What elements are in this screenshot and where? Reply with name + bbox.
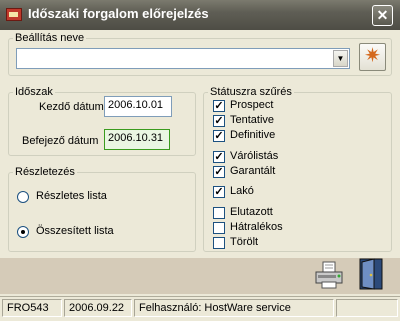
start-date-label: Kezdő dátum: [39, 101, 104, 113]
printer-icon[interactable]: [313, 258, 345, 290]
status-label-lako[interactable]: Lakó: [230, 185, 254, 197]
status-checkbox-garantalt[interactable]: ✓: [213, 166, 225, 178]
end-date-label: Befejező dátum: [22, 135, 99, 147]
status-label-prospect[interactable]: Prospect: [230, 99, 273, 111]
status-checkbox-varolistas[interactable]: ✓: [213, 151, 225, 163]
detailed-list-label[interactable]: Részletes lista: [36, 190, 107, 202]
dialog-window: Időszaki forgalom előrejelzés ✕ Beállítá…: [0, 0, 400, 321]
status-label-tentative[interactable]: Tentative: [230, 114, 274, 126]
app-icon: [6, 8, 22, 21]
status-checkbox-torolt[interactable]: [213, 237, 225, 249]
status-empty-panel: [336, 299, 398, 317]
status-checkbox-hatralekos[interactable]: [213, 222, 225, 234]
status-checkbox-elutazott[interactable]: [213, 207, 225, 219]
settings-legend: Beállítás neve: [15, 32, 85, 44]
status-checkbox-lako[interactable]: ✓: [213, 186, 225, 198]
status-date: 2006.09.22: [64, 299, 132, 317]
status-label-elutazott[interactable]: Elutazott: [230, 206, 273, 218]
detail-legend: Részletezés: [15, 166, 75, 178]
exit-door-icon[interactable]: [356, 257, 386, 291]
start-date-input[interactable]: 2006.10.01: [104, 96, 172, 117]
status-label-torolt[interactable]: Törölt: [230, 236, 258, 248]
new-setting-button[interactable]: ✷: [359, 43, 386, 71]
close-button[interactable]: ✕: [372, 5, 393, 26]
detailed-list-radio[interactable]: [17, 191, 29, 203]
detail-group: Részletezés: [8, 166, 196, 252]
period-legend: Időszak: [15, 86, 53, 98]
end-date-input[interactable]: 2006.10.31: [104, 129, 170, 150]
status-label-garantalt[interactable]: Garantált: [230, 165, 275, 177]
status-checkbox-prospect[interactable]: ✓: [213, 100, 225, 112]
chevron-down-icon[interactable]: ▼: [333, 50, 348, 67]
status-checkbox-definitive[interactable]: ✓: [213, 130, 225, 142]
status-label-definitive[interactable]: Definitive: [230, 129, 275, 141]
status-checkbox-tentative[interactable]: ✓: [213, 115, 225, 127]
status-filter-legend: Státuszra szűrés: [210, 86, 292, 98]
status-code: FRO543: [2, 299, 62, 317]
star-icon: ✷: [364, 45, 381, 67]
status-label-hatralekos[interactable]: Hátralékos: [230, 221, 283, 233]
summary-list-label[interactable]: Összesített lista: [36, 225, 114, 237]
summary-list-radio[interactable]: [17, 226, 29, 238]
status-user: Felhasználó: HostWare service: [134, 299, 334, 317]
settings-name-combo[interactable]: ▼: [16, 48, 350, 69]
status-label-varolistas[interactable]: Várólistás: [230, 150, 278, 162]
window-title: Időszaki forgalom előrejelzés: [28, 6, 209, 21]
title-bar: Időszaki forgalom előrejelzés ✕: [0, 0, 400, 30]
